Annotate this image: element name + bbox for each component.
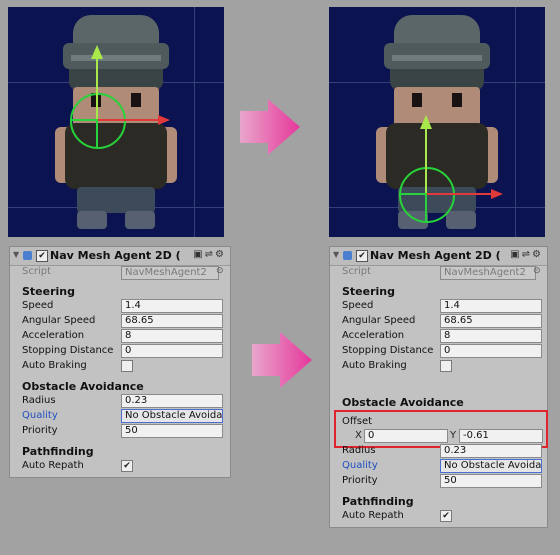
offset-x-label: X xyxy=(355,430,362,441)
quality-label: Quality xyxy=(22,410,58,421)
gear-icon[interactable]: ⚙ xyxy=(215,249,226,260)
move-gizmo-y-head[interactable] xyxy=(420,115,432,129)
radius-field[interactable]: 0.23 xyxy=(121,394,223,408)
auto-repath-label: Auto Repath xyxy=(342,510,404,521)
move-gizmo-x-head[interactable] xyxy=(158,115,170,125)
priority-label: Priority xyxy=(22,425,58,436)
shoe xyxy=(77,211,107,229)
auto-repath-checkbox[interactable]: ✔ xyxy=(440,510,452,522)
speed-field[interactable]: 1.4 xyxy=(121,299,223,313)
auto-repath-label: Auto Repath xyxy=(22,460,84,471)
script-label: Script xyxy=(22,266,52,277)
angular-speed-field[interactable]: 68.65 xyxy=(440,314,542,328)
object-picker-icon[interactable]: ⊙ xyxy=(216,266,224,276)
stopping-distance-field[interactable]: 0 xyxy=(440,344,542,358)
scene-view-before[interactable] xyxy=(8,7,224,237)
script-field[interactable]: NavMeshAgent2 xyxy=(440,266,536,280)
priority-field[interactable]: 50 xyxy=(121,424,223,438)
help-book-icon[interactable]: ▣ xyxy=(510,249,521,260)
preset-icon[interactable]: ⇌ xyxy=(205,249,215,260)
grid-line xyxy=(194,7,195,237)
avoidance-radius-gizmo xyxy=(399,167,455,223)
acceleration-label: Acceleration xyxy=(342,330,405,341)
object-picker-icon[interactable]: ⊙ xyxy=(533,266,541,276)
steering-section-title: Steering xyxy=(342,285,396,298)
obstacle-avoidance-section-title: Obstacle Avoidance xyxy=(22,380,144,393)
angular-speed-label: Angular Speed xyxy=(22,315,96,326)
component-header: ▼ ✔ Nav Mesh Agent 2D ( ▣⇌⚙ xyxy=(330,247,547,266)
enabled-checkbox[interactable]: ✔ xyxy=(36,250,48,262)
stopping-distance-label: Stopping Distance xyxy=(342,345,434,356)
component-title: Nav Mesh Agent 2D ( xyxy=(50,249,181,262)
pathfinding-section-title: Pathfinding xyxy=(22,445,94,458)
inspector-after: ▼ ✔ Nav Mesh Agent 2D ( ▣⇌⚙ Script NavMe… xyxy=(329,246,548,528)
face xyxy=(394,87,480,127)
preset-icon[interactable]: ⇌ xyxy=(522,249,532,260)
obstacle-avoidance-section-title: Obstacle Avoidance xyxy=(342,396,464,409)
move-gizmo-x-head[interactable] xyxy=(491,189,503,199)
stopping-distance-label: Stopping Distance xyxy=(22,345,114,356)
eye xyxy=(412,93,422,107)
acceleration-field[interactable]: 8 xyxy=(440,329,542,343)
component-icon xyxy=(343,251,352,260)
speed-label: Speed xyxy=(22,300,54,311)
priority-label: Priority xyxy=(342,475,378,486)
speed-label: Speed xyxy=(342,300,374,311)
transition-arrow-icon xyxy=(252,332,312,388)
shoe xyxy=(125,211,155,229)
cap-stripe xyxy=(392,55,482,61)
auto-repath-checkbox[interactable]: ✔ xyxy=(121,460,133,472)
auto-braking-label: Auto Braking xyxy=(22,360,87,371)
component-icon xyxy=(23,251,32,260)
pathfinding-section-title: Pathfinding xyxy=(342,495,414,508)
steering-section-title: Steering xyxy=(22,285,76,298)
auto-braking-label: Auto Braking xyxy=(342,360,407,371)
eye xyxy=(452,93,462,107)
speed-field[interactable]: 1.4 xyxy=(440,299,542,313)
script-label: Script xyxy=(342,266,372,277)
acceleration-label: Acceleration xyxy=(22,330,85,341)
component-header: ▼ ✔ Nav Mesh Agent 2D ( ▣⇌⚙ xyxy=(10,247,230,266)
move-gizmo-y-head[interactable] xyxy=(91,45,103,59)
angular-speed-field[interactable]: 68.65 xyxy=(121,314,223,328)
move-gizmo-x-axis[interactable] xyxy=(427,193,491,195)
offset-label: Offset xyxy=(342,416,373,427)
eye xyxy=(131,93,141,107)
foldout-arrow-icon[interactable]: ▼ xyxy=(333,250,339,259)
move-gizmo-x-axis[interactable] xyxy=(98,119,158,121)
cap-stripe xyxy=(71,55,161,61)
move-gizmo-y-axis[interactable] xyxy=(425,127,427,193)
transition-arrow-icon xyxy=(240,99,300,155)
offset-y-label: Y xyxy=(450,430,457,441)
quality-dropdown[interactable]: No Obstacle Avoidant xyxy=(121,409,223,423)
acceleration-field[interactable]: 8 xyxy=(121,329,223,343)
move-gizmo-y-axis[interactable] xyxy=(96,57,98,119)
shoe xyxy=(446,211,476,229)
foldout-arrow-icon[interactable]: ▼ xyxy=(13,250,19,259)
quality-dropdown[interactable]: No Obstacle Avoidant xyxy=(440,459,542,473)
auto-braking-checkbox[interactable] xyxy=(121,360,133,372)
radius-label: Radius xyxy=(22,395,56,406)
component-title: Nav Mesh Agent 2D ( xyxy=(370,249,501,262)
offset-x-field[interactable]: 0 xyxy=(364,429,448,443)
help-book-icon[interactable]: ▣ xyxy=(193,249,204,260)
avoidance-radius-gizmo xyxy=(70,93,126,149)
script-field[interactable]: NavMeshAgent2 xyxy=(121,266,219,280)
angular-speed-label: Angular Speed xyxy=(342,315,416,326)
auto-braking-checkbox[interactable] xyxy=(440,360,452,372)
radius-label: Radius xyxy=(342,445,376,456)
scene-view-after[interactable] xyxy=(329,7,545,237)
offset-y-field[interactable]: -0.61 xyxy=(459,429,543,443)
quality-label: Quality xyxy=(342,460,378,471)
gear-icon[interactable]: ⚙ xyxy=(532,249,543,260)
inspector-before: ▼ ✔ Nav Mesh Agent 2D ( ▣⇌⚙ Script NavMe… xyxy=(9,246,231,478)
grid-line xyxy=(515,7,516,237)
enabled-checkbox[interactable]: ✔ xyxy=(356,250,368,262)
priority-field[interactable]: 50 xyxy=(440,474,542,488)
stopping-distance-field[interactable]: 0 xyxy=(121,344,223,358)
pants xyxy=(77,187,155,213)
radius-field[interactable]: 0.23 xyxy=(440,444,542,458)
